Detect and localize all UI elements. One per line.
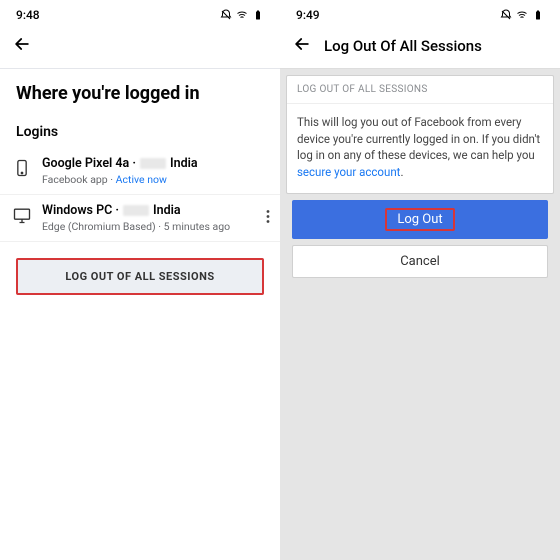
topbar: Log Out Of All Sessions — [280, 26, 560, 69]
device-name: Windows PC · — [42, 203, 119, 218]
logout-button[interactable]: Log Out — [292, 200, 548, 239]
login-title: Windows PC · India — [42, 203, 268, 218]
more-icon[interactable] — [266, 209, 270, 228]
wifi-icon — [236, 9, 248, 21]
dialog-text-end: . — [400, 165, 403, 179]
screen-logout-confirm: 9:49 Log Out Of All Sessions LOG OUT OF … — [280, 0, 560, 560]
login-title: Google Pixel 4a · India — [42, 156, 268, 171]
device-location: India — [153, 203, 181, 218]
dialog-body: This will log you out of Facebook from e… — [287, 104, 553, 193]
screen-sessions-list: 9:48 Where you're logged in Logins Googl… — [0, 0, 280, 560]
dialog-area: LOG OUT OF ALL SESSIONS This will log yo… — [280, 69, 560, 290]
status-bar: 9:49 — [280, 0, 560, 26]
redacted-region — [140, 158, 166, 169]
dnd-icon — [500, 9, 512, 21]
back-icon[interactable] — [292, 34, 312, 58]
battery-icon — [532, 9, 544, 21]
status-icons — [500, 9, 544, 21]
secure-account-link[interactable]: secure your account — [297, 165, 400, 179]
logout-button-label: Log Out — [385, 208, 454, 231]
status-time: 9:48 — [16, 8, 40, 22]
dnd-icon — [220, 9, 232, 21]
redacted-region — [123, 205, 149, 216]
login-sub: Facebook app · Active now — [42, 173, 268, 186]
login-text: Windows PC · India Edge (Chromium Based)… — [42, 203, 268, 233]
login-row[interactable]: Windows PC · India Edge (Chromium Based)… — [0, 195, 280, 242]
device-location: India — [170, 156, 198, 171]
device-name: Google Pixel 4a · — [42, 156, 136, 171]
active-now-label: Active now — [116, 173, 167, 186]
topbar — [0, 26, 280, 68]
status-time: 9:49 — [296, 8, 320, 22]
login-text: Google Pixel 4a · India Facebook app · A… — [42, 156, 268, 186]
wifi-icon — [516, 9, 528, 21]
status-icons — [220, 9, 264, 21]
login-sub: Edge (Chromium Based) · 5 minutes ago — [42, 220, 268, 233]
phone-icon — [12, 158, 32, 178]
topbar-title: Log Out Of All Sessions — [324, 37, 482, 55]
logout-all-button[interactable]: LOG OUT OF ALL SESSIONS — [16, 258, 264, 295]
page-title: Where you're logged in — [0, 69, 280, 114]
login-app: Facebook app · — [42, 173, 116, 186]
status-bar: 9:48 — [0, 0, 280, 26]
login-row[interactable]: Google Pixel 4a · India Facebook app · A… — [0, 148, 280, 195]
battery-icon — [252, 9, 264, 21]
desktop-icon — [12, 205, 32, 225]
back-icon[interactable] — [12, 34, 32, 58]
confirm-dialog: LOG OUT OF ALL SESSIONS This will log yo… — [286, 75, 554, 194]
dialog-text: This will log you out of Facebook from e… — [297, 115, 540, 162]
dialog-header: LOG OUT OF ALL SESSIONS — [287, 76, 553, 104]
cancel-button[interactable]: Cancel — [292, 245, 548, 278]
logins-heading: Logins — [0, 114, 280, 148]
